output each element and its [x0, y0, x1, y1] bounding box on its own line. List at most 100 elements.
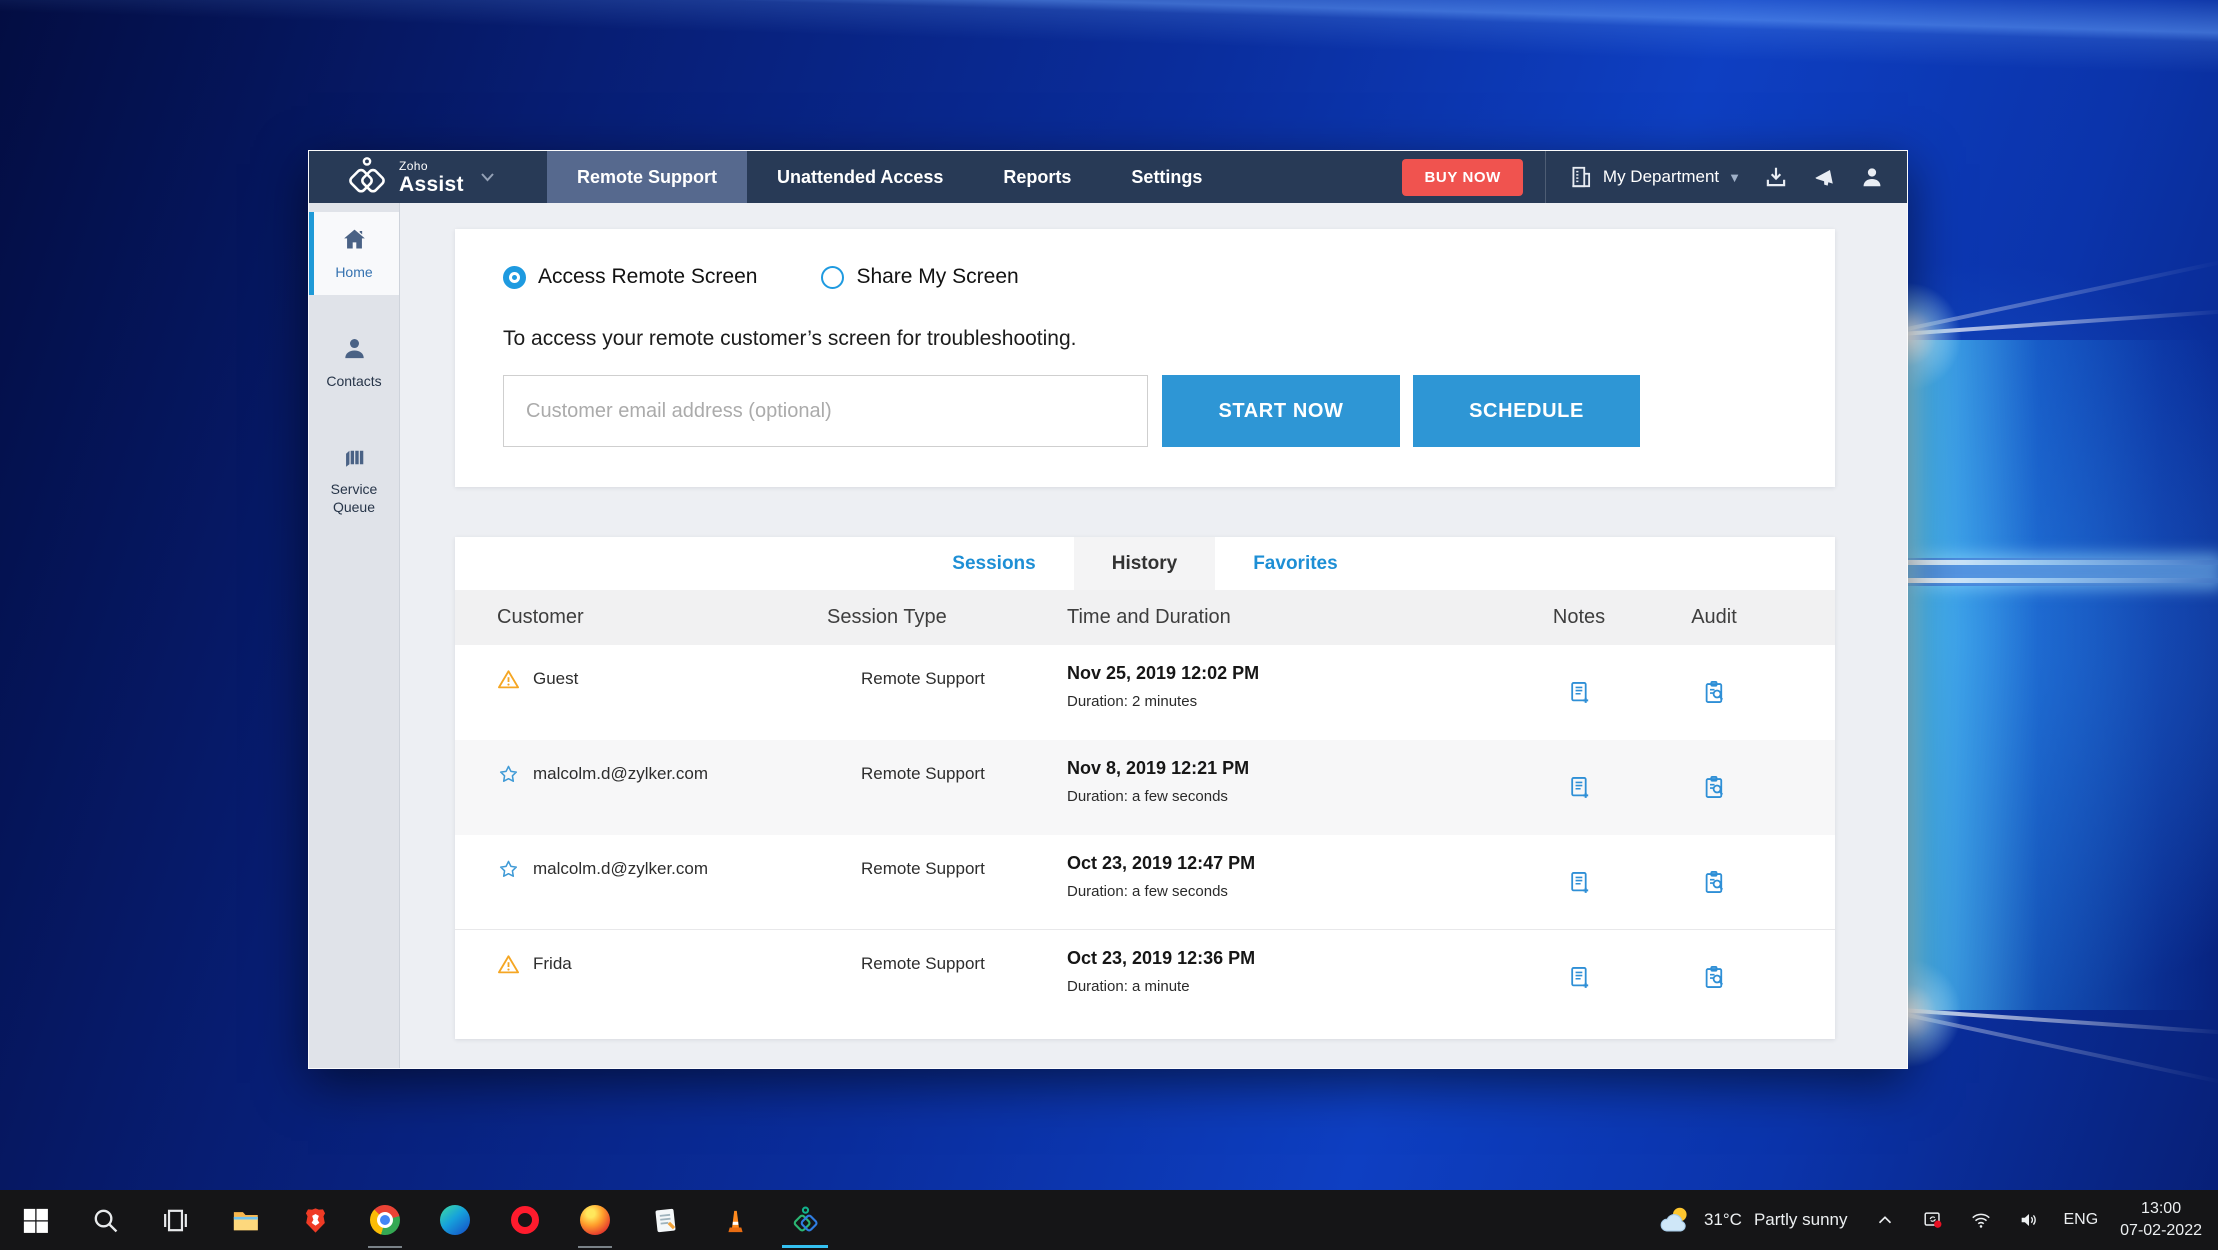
session-time: Nov 8, 2019 12:21 PM — [1067, 758, 1519, 779]
windows-start-icon — [20, 1205, 51, 1236]
wallpaper-light-beam — [0, 0, 2218, 80]
add-notes-icon[interactable] — [1566, 679, 1593, 706]
main-content: Access Remote Screen Share My Screen To … — [400, 203, 1907, 1068]
active-app-indicator — [782, 1245, 828, 1248]
user-account-icon[interactable] — [1859, 164, 1885, 190]
screen-sync-icon — [1922, 1209, 1944, 1231]
file-explorer-button[interactable] — [210, 1190, 280, 1250]
running-indicator — [368, 1246, 402, 1248]
warning-triangle-icon — [497, 668, 520, 691]
sidebar-item-label: Service Queue — [311, 481, 397, 516]
radio-selected-icon[interactable] — [503, 266, 526, 289]
start-now-button[interactable]: START NOW — [1162, 375, 1400, 447]
column-notes: Notes — [1519, 606, 1639, 629]
customer-name: malcolm.d@zylker.com — [533, 859, 708, 879]
tab-unattended-access[interactable]: Unattended Access — [747, 151, 973, 203]
tab-favorites[interactable]: Favorites — [1215, 537, 1375, 590]
notepad-button[interactable] — [630, 1190, 700, 1250]
session-type: Remote Support — [827, 740, 1067, 835]
windows-logo-top-pane — [1908, 340, 2218, 558]
sidebar-item-contacts[interactable]: Contacts — [309, 321, 399, 404]
running-indicator — [578, 1246, 612, 1248]
tab-settings[interactable]: Settings — [1101, 151, 1232, 203]
tray-screen-sync[interactable] — [1911, 1209, 1955, 1231]
brand-menu[interactable]: Zoho Assist — [309, 151, 547, 203]
radio-unselected-icon[interactable] — [821, 266, 844, 289]
desktop-wallpaper: Zoho Assist Remote Support Unattended Ac… — [0, 0, 2218, 1250]
sidebar-item-service-queue[interactable]: Service Queue — [309, 429, 399, 529]
tab-history[interactable]: History — [1074, 537, 1215, 590]
zoho-assist-logo-icon — [345, 155, 389, 199]
download-icon[interactable] — [1763, 164, 1789, 190]
add-notes-icon[interactable] — [1566, 774, 1593, 801]
brand-zoho-text: Zoho — [399, 160, 464, 172]
task-view-button[interactable] — [140, 1190, 210, 1250]
tray-network[interactable] — [1959, 1209, 2003, 1231]
taskbar-search-button[interactable] — [70, 1190, 140, 1250]
main-nav-tabs: Remote Support Unattended Access Reports… — [547, 151, 1232, 203]
customer-email-input[interactable] — [503, 375, 1148, 447]
weather-widget[interactable]: 31°C Partly sunny — [1642, 1190, 1864, 1250]
edge-button[interactable] — [420, 1190, 490, 1250]
sidebar-item-home[interactable]: Home — [309, 212, 399, 295]
chrome-button[interactable] — [350, 1190, 420, 1250]
buy-now-button[interactable]: BUY NOW — [1402, 159, 1522, 196]
zoho-assist-taskbar-button[interactable] — [770, 1190, 840, 1250]
audit-icon[interactable] — [1701, 869, 1728, 896]
add-notes-icon[interactable] — [1566, 869, 1593, 896]
opera-button[interactable] — [490, 1190, 560, 1250]
session-duration: Duration: 2 minutes — [1067, 693, 1519, 710]
navbar-right-group: BUY NOW My Department ▼ — [1402, 151, 1907, 203]
edge-icon — [440, 1205, 470, 1235]
firefox-button[interactable] — [560, 1190, 630, 1250]
table-row[interactable]: Frida Remote Support Oct 23, 2019 12:36 … — [455, 930, 1835, 1025]
add-notes-icon[interactable] — [1566, 964, 1593, 991]
column-session-type: Session Type — [827, 606, 1067, 629]
department-building-icon — [1568, 164, 1594, 190]
app-navbar: Zoho Assist Remote Support Unattended Ac… — [309, 151, 1907, 203]
navbar-divider — [1545, 151, 1546, 203]
table-row[interactable]: malcolm.d@zylker.com Remote Support Nov … — [455, 740, 1835, 835]
audit-icon[interactable] — [1701, 774, 1728, 801]
tab-sessions[interactable]: Sessions — [914, 537, 1073, 590]
department-caret-icon: ▼ — [1728, 170, 1741, 185]
customer-name: malcolm.d@zylker.com — [533, 764, 708, 784]
audit-icon[interactable] — [1701, 964, 1728, 991]
audit-icon[interactable] — [1701, 679, 1728, 706]
table-header: Customer Session Type Time and Duration … — [455, 590, 1835, 645]
windows-taskbar: 31°C Partly sunny — [0, 1190, 2218, 1250]
chevron-down-icon[interactable] — [480, 172, 495, 182]
windows-logo-divider — [1884, 560, 2218, 565]
sidebar: Home Contacts Service — [309, 203, 400, 1068]
start-button[interactable] — [0, 1190, 70, 1250]
vlc-button[interactable] — [700, 1190, 770, 1250]
session-duration: Duration: a few seconds — [1067, 788, 1519, 805]
radio-share-my-screen[interactable]: Share My Screen — [821, 265, 1018, 289]
tab-reports[interactable]: Reports — [973, 151, 1101, 203]
language-indicator[interactable]: ENG — [2051, 1211, 2110, 1229]
tray-chevron-up[interactable] — [1863, 1209, 1907, 1231]
brave-browser-button[interactable] — [280, 1190, 350, 1250]
department-label: My Department — [1603, 167, 1719, 187]
brave-icon — [300, 1205, 331, 1236]
speaker-icon — [2018, 1209, 2040, 1231]
tray-volume[interactable] — [2007, 1209, 2051, 1231]
radio-label: Share My Screen — [856, 265, 1018, 289]
opera-icon — [511, 1206, 539, 1234]
taskbar-clock[interactable]: 13:00 07-02-2022 — [2110, 1198, 2218, 1241]
table-row[interactable]: Guest Remote Support Nov 25, 2019 12:02 … — [455, 645, 1835, 740]
radio-access-remote-screen[interactable]: Access Remote Screen — [503, 265, 757, 289]
brand-product-text: Assist — [399, 173, 464, 196]
history-tabbar: Sessions History Favorites — [455, 537, 1835, 590]
star-icon — [497, 858, 520, 881]
announcements-megaphone-icon[interactable] — [1811, 164, 1837, 190]
tab-remote-support[interactable]: Remote Support — [547, 151, 747, 203]
schedule-button[interactable]: SCHEDULE — [1413, 375, 1640, 447]
session-type: Remote Support — [827, 645, 1067, 740]
table-row[interactable]: malcolm.d@zylker.com Remote Support Oct … — [455, 835, 1835, 930]
session-type: Remote Support — [827, 835, 1067, 929]
wifi-icon — [1970, 1209, 1992, 1231]
department-selector[interactable]: My Department ▼ — [1568, 164, 1741, 190]
weather-temp: 31°C — [1704, 1210, 1742, 1230]
column-audit: Audit — [1639, 606, 1789, 629]
